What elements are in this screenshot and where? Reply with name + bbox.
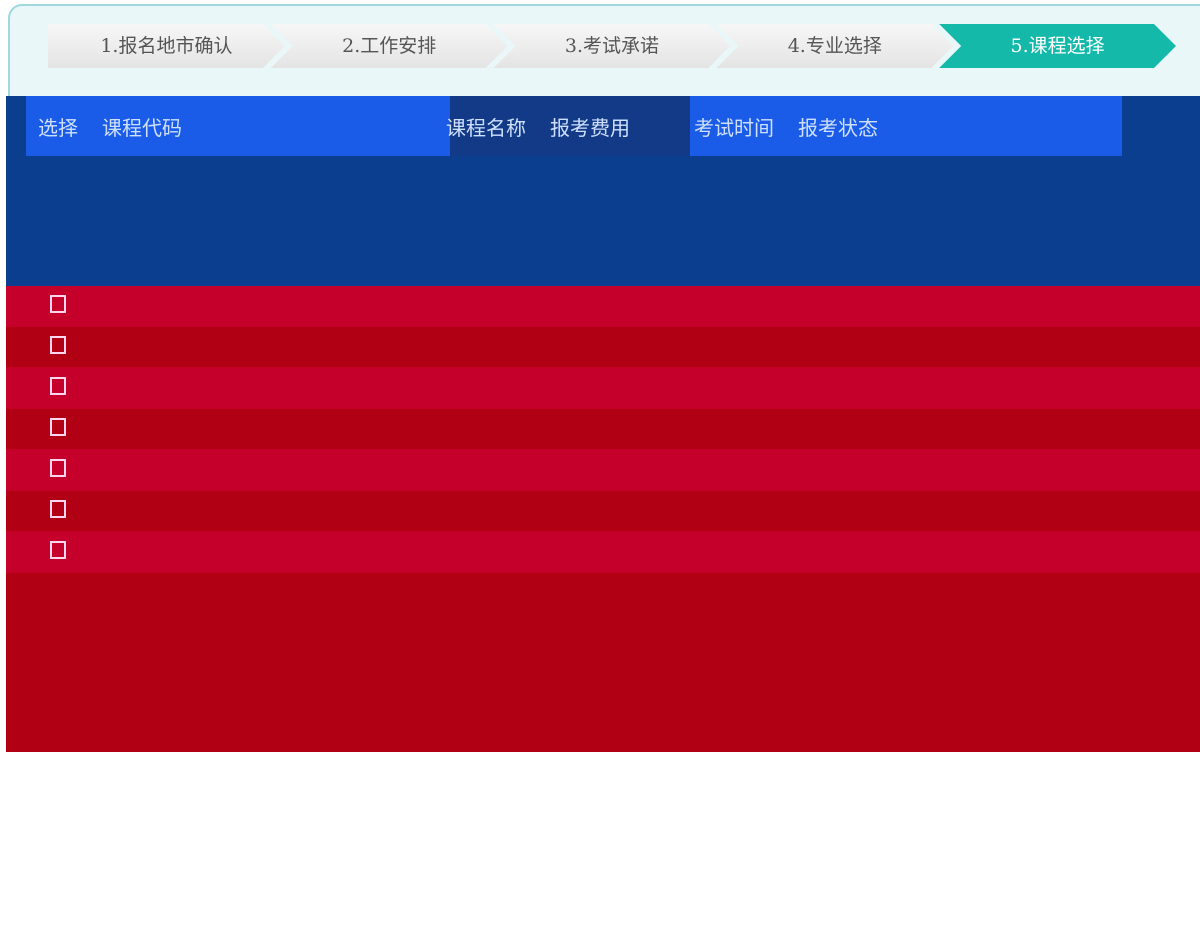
row-checkbox[interactable] [50, 417, 66, 441]
course-rows [6, 286, 1200, 573]
table-header: 选择 课程代码 课程名称 报考费用 考试时间 报考状态 [26, 104, 1116, 148]
previous-button[interactable] [436, 926, 456, 934]
header-fee: 报考费用 [550, 115, 630, 140]
header-course-code: 课程代码 [102, 115, 182, 140]
step-work-arrangement[interactable]: 2.工作安排 [271, 24, 508, 68]
step-city-confirm[interactable]: 1.报名地市确认 [48, 24, 285, 68]
step-exam-commitment[interactable]: 3.考试承诺 [494, 24, 731, 68]
table-row [6, 491, 1200, 532]
step-course-selection[interactable]: 5.课程选择 [939, 24, 1176, 68]
row-checkbox[interactable] [50, 294, 66, 318]
row-checkbox[interactable] [50, 335, 66, 359]
row-checkbox[interactable] [50, 458, 66, 482]
row-checkbox[interactable] [50, 499, 66, 523]
course-table-body [6, 286, 1200, 752]
header-select: 选择 [38, 115, 78, 140]
table-row [6, 327, 1200, 368]
row-checkbox[interactable] [50, 376, 66, 400]
table-row [6, 532, 1200, 573]
table-row [6, 409, 1200, 450]
wizard-steps: 1.报名地市确认 2.工作安排 3.考试承诺 4.专业选择 5.课程选择 [48, 24, 1176, 68]
submit-button[interactable] [516, 926, 536, 934]
step-major-selection[interactable]: 4.专业选择 [716, 24, 953, 68]
header-course-name: 课程名称 [446, 115, 526, 140]
footer-actions [436, 926, 536, 934]
row-checkbox[interactable] [50, 540, 66, 564]
header-exam-time: 考试时间 [694, 115, 774, 140]
table-row [6, 286, 1200, 327]
table-row [6, 368, 1200, 409]
table-row [6, 450, 1200, 491]
header-status: 报考状态 [798, 115, 878, 140]
